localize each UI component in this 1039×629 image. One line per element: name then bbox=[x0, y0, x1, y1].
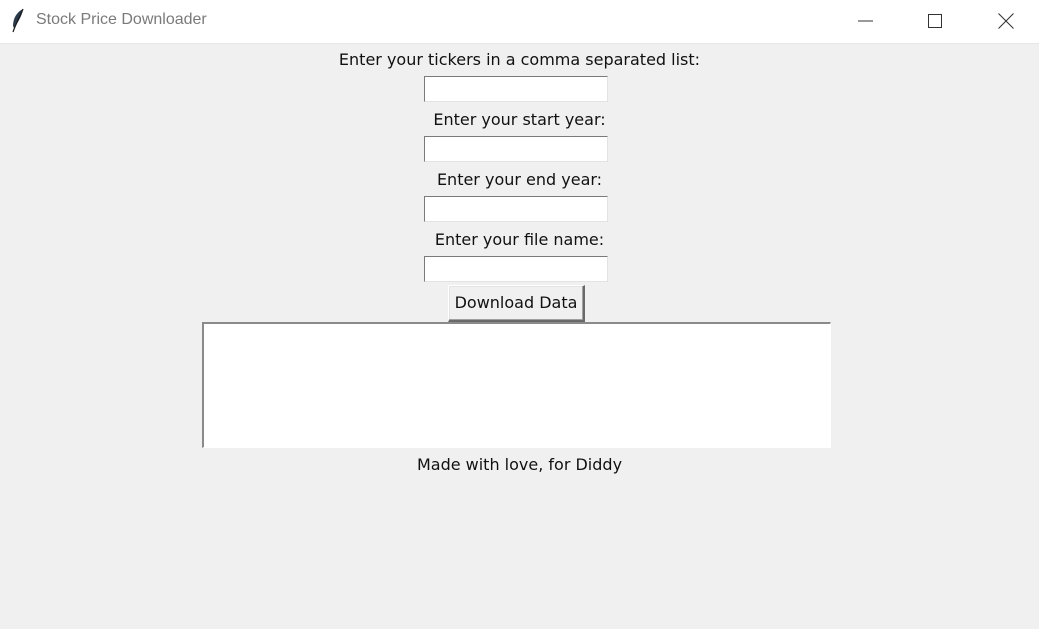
end-year-label: Enter your end year: bbox=[436, 170, 603, 189]
minimize-icon bbox=[858, 20, 873, 22]
credit-label: Made with love, for Diddy bbox=[416, 455, 623, 474]
file-name-input[interactable] bbox=[424, 256, 608, 282]
end-year-input[interactable] bbox=[424, 196, 608, 222]
title-bar[interactable]: Stock Price Downloader bbox=[0, 0, 1039, 44]
maximize-icon bbox=[928, 14, 942, 28]
window-title: Stock Price Downloader bbox=[36, 11, 207, 28]
start-year-input[interactable] bbox=[424, 136, 608, 162]
tickers-label: Enter your tickers in a comma separated … bbox=[338, 50, 701, 69]
close-icon bbox=[998, 13, 1014, 29]
close-button[interactable] bbox=[983, 0, 1029, 43]
output-textbox[interactable] bbox=[202, 322, 831, 448]
start-year-label: Enter your start year: bbox=[433, 110, 606, 129]
minimize-button[interactable] bbox=[843, 0, 889, 43]
file-name-label: Enter your file name: bbox=[434, 230, 605, 249]
download-data-button[interactable]: Download Data bbox=[448, 285, 585, 322]
maximize-button[interactable] bbox=[912, 0, 958, 43]
feather-icon bbox=[11, 8, 25, 34]
tickers-input[interactable] bbox=[424, 76, 608, 102]
main-window-content: Enter your tickers in a comma separated … bbox=[0, 44, 1039, 629]
